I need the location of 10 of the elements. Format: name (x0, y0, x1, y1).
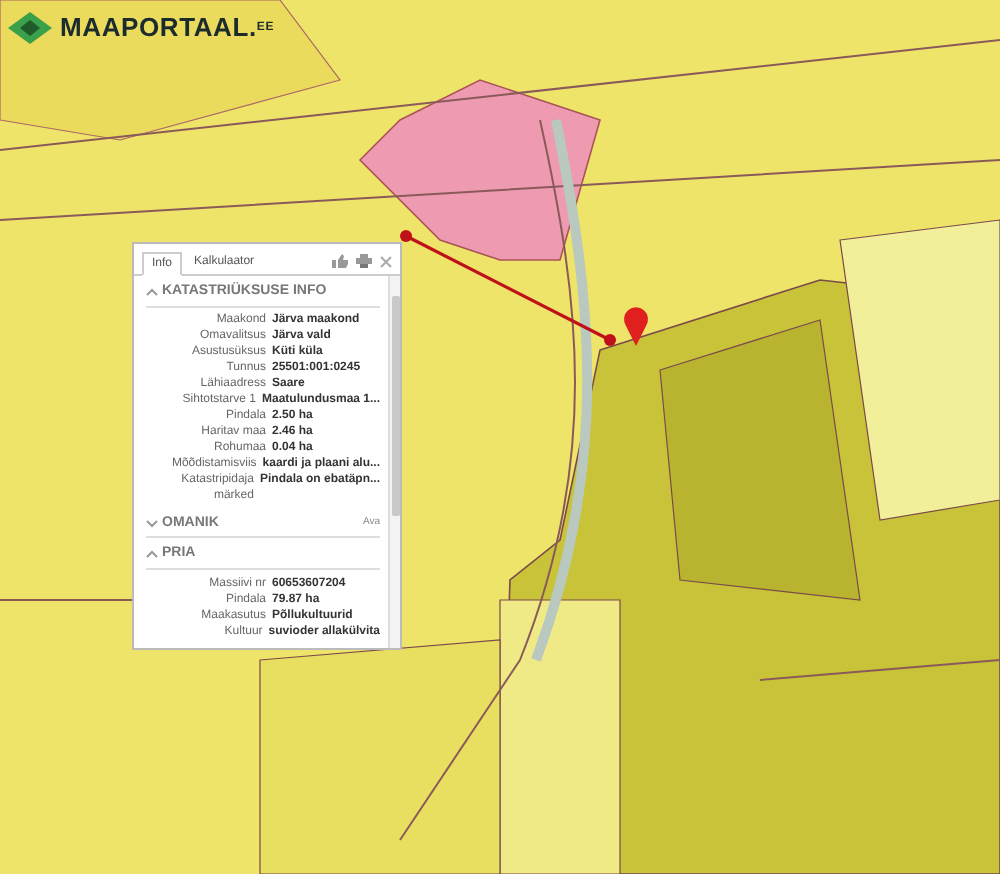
logo-text: MAAPORTAAL.$^{EE}$ (60, 10, 274, 46)
chevron-icon[interactable] (146, 288, 158, 297)
close-icon[interactable] (380, 255, 392, 267)
chevron-icon[interactable] (146, 550, 158, 559)
logo-icon (8, 11, 52, 44)
map-pin-icon (624, 307, 648, 346)
chevron-icon[interactable] (146, 519, 158, 528)
thumbs-up-icon[interactable] (332, 254, 348, 268)
print-icon[interactable] (356, 254, 372, 268)
scrollbar[interactable] (388, 276, 400, 648)
